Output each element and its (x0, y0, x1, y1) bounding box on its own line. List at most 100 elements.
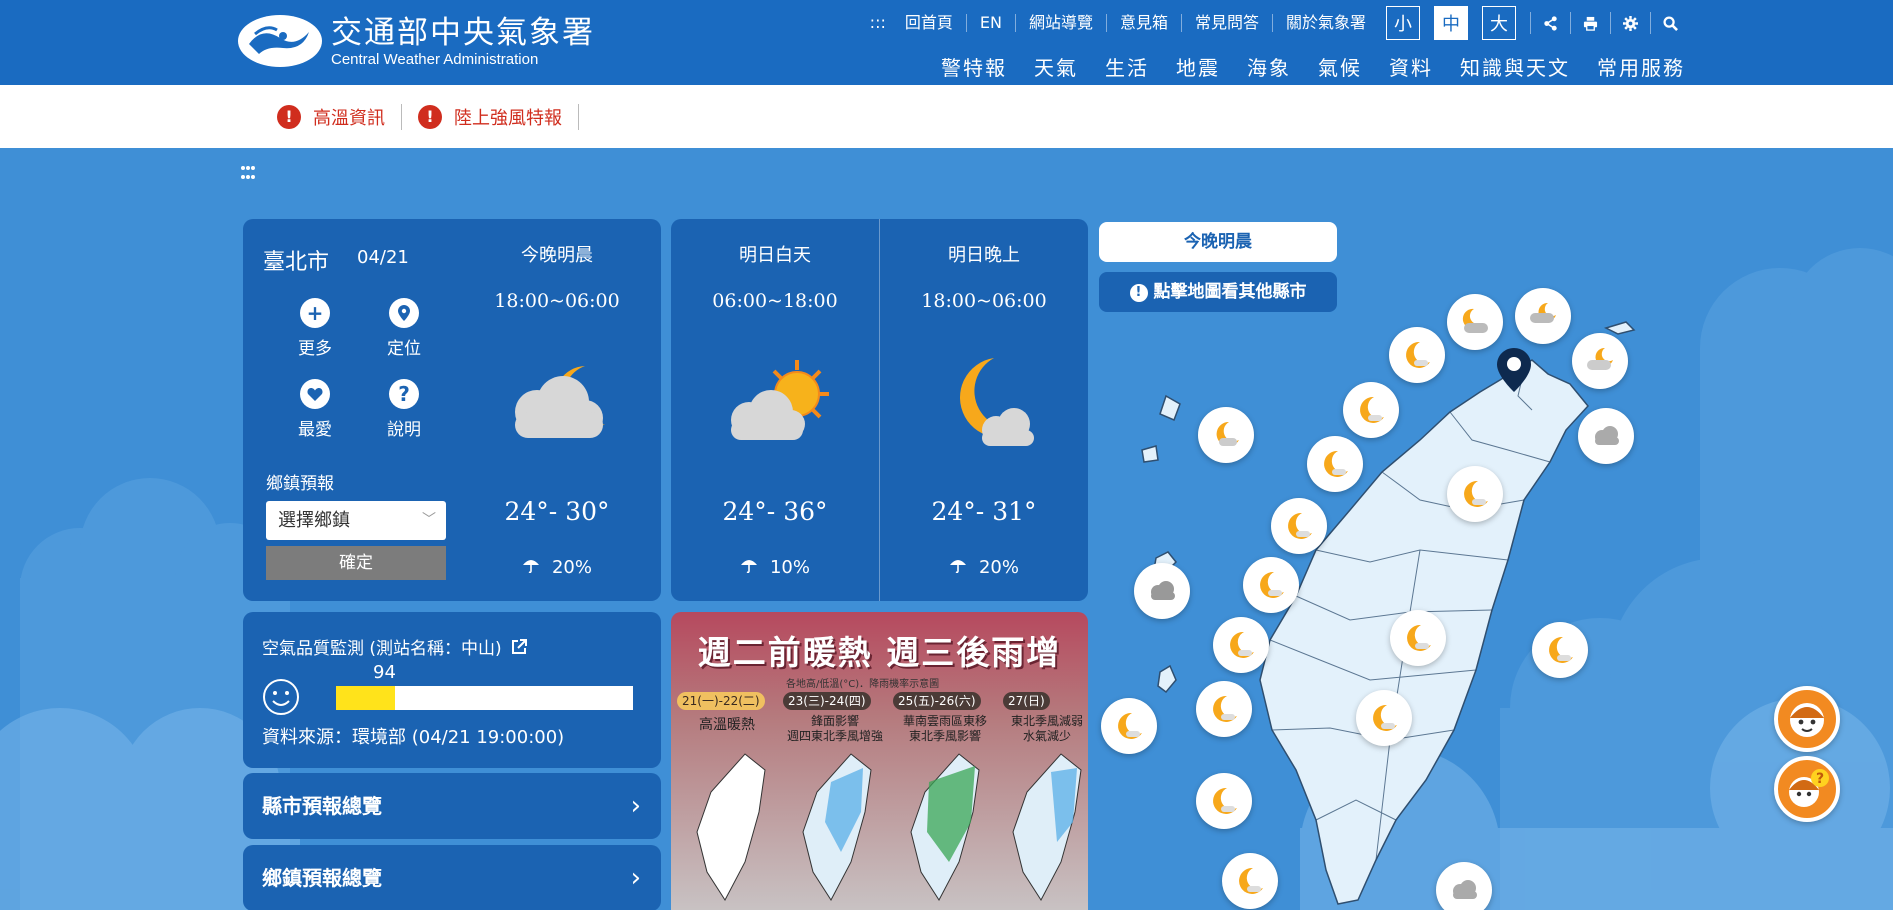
font-size-medium-button[interactable]: 中 (1434, 6, 1468, 40)
rain-probability: 20% (880, 557, 1088, 578)
question-icon: ? (389, 379, 419, 409)
map-marker-tonight[interactable] (1101, 698, 1157, 754)
banner-day-label: 21(一)-22(二) (677, 692, 765, 710)
mascot-icon (1790, 703, 1824, 737)
link-home[interactable]: 回首頁 (892, 14, 967, 32)
assistant-help-button[interactable]: ? (1774, 756, 1840, 822)
heart-icon (300, 379, 330, 409)
map-hint-label: 點擊地圖看其他縣市 (1153, 282, 1307, 302)
assistant-chat-button[interactable] (1774, 686, 1840, 752)
map-marker-tonight[interactable] (1447, 294, 1503, 350)
map-marker-tonight[interactable] (1578, 408, 1634, 464)
svg-text:?: ? (1816, 771, 1824, 787)
alert-label: 陸上強風特報 (454, 107, 562, 129)
cloud-moon-icon (1530, 302, 1556, 323)
city-name: 臺北市 (263, 250, 330, 275)
umbrella-icon (949, 560, 966, 573)
period-title: 明日白天 (739, 245, 811, 266)
county-forecast-overview-link[interactable]: 縣市預報總覽 › (243, 773, 661, 839)
favorite-button[interactable]: 最愛 (285, 379, 345, 440)
action-label: 最愛 (298, 420, 332, 440)
map-marker-tonight[interactable] (1196, 773, 1252, 829)
map-marker-tonight[interactable] (1134, 563, 1190, 619)
nav-data[interactable]: 資料 (1389, 52, 1433, 81)
link-faq[interactable]: 常見問答 (1182, 14, 1273, 32)
map-marker-tonight[interactable] (1436, 862, 1492, 910)
nav-weather[interactable]: 天氣 (1034, 52, 1078, 81)
site-logo[interactable]: 交通部中央氣象署 Central Weather Administration (237, 14, 595, 68)
moon-cloud-icon (1216, 421, 1239, 446)
link-english[interactable]: EN (967, 14, 1016, 32)
map-marker-tonight[interactable] (1515, 288, 1571, 344)
taiwan-mini-map (696, 753, 766, 901)
taiwan-mini-map (910, 753, 980, 901)
alert-strong-wind[interactable]: ! 陸上強風特報 (418, 103, 579, 130)
nav-services[interactable]: 常用服務 (1597, 52, 1685, 81)
map-marker-tonight[interactable] (1532, 622, 1588, 678)
town-select-value: 選擇鄉鎮 (278, 510, 350, 531)
town-confirm-button[interactable]: 確定 (266, 546, 446, 580)
action-label: 說明 (387, 420, 421, 440)
help-button[interactable]: ? 說明 (374, 379, 434, 440)
map-marker-tonight[interactable] (1222, 853, 1278, 909)
moon-icon (1407, 624, 1431, 651)
county-forecast-overview-label: 縣市預報總覽 (262, 794, 382, 818)
nav-warnings[interactable]: 警特報 (941, 52, 1007, 81)
town-forecast-overview-link[interactable]: 鄉鎮預報總覽 › (243, 845, 661, 910)
air-quality-title-text: 空氣品質監測 (測站名稱：中山) (262, 639, 502, 659)
nav-life[interactable]: 生活 (1105, 52, 1149, 81)
logo-title-zh: 交通部中央氣象署 (331, 14, 595, 51)
map-marker-tonight[interactable] (1196, 681, 1252, 737)
map-marker-tonight[interactable] (1447, 466, 1503, 522)
alert-exclamation-icon: ! (277, 104, 301, 129)
taiwan-mini-map (802, 753, 872, 901)
cloud-moon-icon (1462, 308, 1488, 333)
map-marker-tonight[interactable] (1343, 382, 1399, 438)
nav-marine[interactable]: 海象 (1247, 52, 1291, 81)
alert-exclamation-icon: ! (418, 104, 442, 129)
banner-day-desc: 高溫暖熱 (699, 717, 755, 733)
moon-icon (1118, 712, 1142, 739)
chevron-down-icon: ﹀ (422, 512, 436, 528)
link-sitemap[interactable]: 網站導覽 (1016, 14, 1107, 32)
location-pin-icon (1497, 348, 1531, 392)
nav-earthquake[interactable]: 地震 (1176, 52, 1220, 81)
locate-button[interactable]: 定位 (374, 298, 434, 359)
site-header: 交通部中央氣象署 Central Weather Administration … (0, 0, 1893, 85)
forecast-date: 04/21 (357, 247, 409, 268)
font-size-large-button[interactable]: 大 (1482, 6, 1516, 40)
weather-news-banner[interactable]: 週二前暖熱 週三後雨增 各地高/低溫(°C)．降雨機率示意圖 21(一)-22(… (671, 612, 1088, 910)
map-marker-tonight[interactable] (1356, 690, 1412, 746)
map-tab-tonight[interactable]: 今晚明晨 (1099, 222, 1337, 262)
alert-high-temperature[interactable]: ! 高溫資訊 (277, 103, 402, 130)
map-marker-tonight[interactable] (1389, 327, 1445, 383)
map-marker-tonight[interactable] (1307, 436, 1363, 492)
link-about[interactable]: 關於氣象署 (1273, 14, 1379, 32)
font-size-small-button[interactable]: 小 (1386, 6, 1420, 40)
air-quality-source: 資料來源：環境部 (04/21 19:00:00) (262, 727, 565, 748)
map-marker-tonight[interactable] (1390, 610, 1446, 666)
nav-climate[interactable]: 氣候 (1318, 52, 1362, 81)
search-button[interactable] (1650, 12, 1690, 34)
town-select[interactable]: 選擇鄉鎮 ﹀ (266, 501, 446, 540)
nav-knowledge-astronomy[interactable]: 知識與天文 (1460, 52, 1570, 81)
map-marker-tonight[interactable] (1213, 617, 1269, 673)
more-dots-icon[interactable] (240, 165, 256, 189)
map-marker-tonight[interactable] (1271, 498, 1327, 554)
temperature-range: 24°- 30° (504, 497, 610, 526)
more-button[interactable]: + 更多 (285, 298, 345, 359)
map-marker-tonight[interactable] (1243, 557, 1299, 613)
link-feedback[interactable]: 意見箱 (1107, 14, 1182, 32)
air-quality-title[interactable]: 空氣品質監測 (測站名稱：中山) (262, 634, 528, 659)
share-button[interactable] (1530, 12, 1570, 34)
sitemap-shortcut[interactable]: ::: (857, 14, 892, 32)
rain-value: 20% (978, 557, 1019, 578)
moon-icon (1213, 695, 1237, 722)
settings-button[interactable] (1610, 12, 1650, 34)
map-marker-tonight[interactable] (1198, 407, 1254, 463)
print-button[interactable] (1570, 12, 1610, 34)
moon-icon (1260, 571, 1284, 598)
map-marker-tonight[interactable] (1572, 333, 1628, 389)
plus-icon: + (300, 298, 330, 328)
utility-links: ::: 回首頁 EN 網站導覽 意見箱 常見問答 關於氣象署 小 中 大 (857, 4, 1690, 42)
